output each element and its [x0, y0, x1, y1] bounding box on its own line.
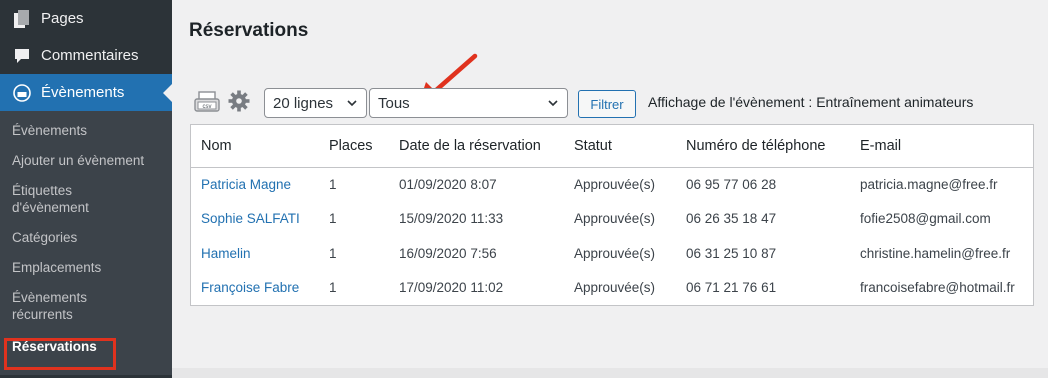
- cell-date: 17/09/2020 11:02: [399, 280, 504, 296]
- cell-status: Approuvée(s): [574, 280, 656, 296]
- reservations-table: Nom Places Date de la réservation Statut…: [190, 124, 1034, 306]
- table-row: Sophie SALFATI 1 15/09/2020 11:33 Approu…: [191, 202, 1033, 237]
- cell-phone: 06 71 21 76 61: [686, 280, 777, 296]
- cell-status: Approuvée(s): [574, 177, 656, 192]
- cell-places: 1: [329, 245, 337, 261]
- pages-icon: [12, 9, 32, 29]
- event-display-info: Affichage de l'évènement : Entraînement …: [648, 94, 974, 110]
- menu-item-label: Commentaires: [41, 47, 139, 64]
- comments-icon: [12, 46, 32, 66]
- column-header-name[interactable]: Nom: [191, 125, 319, 168]
- submenu-item-event-tags[interactable]: Étiquettes d'évènement: [0, 177, 120, 221]
- submenu-item-events[interactable]: Évènements: [0, 117, 172, 144]
- cell-phone: 06 31 25 10 87: [686, 245, 777, 261]
- menu-item-pages[interactable]: Pages: [0, 0, 172, 37]
- event-select[interactable]: Tous: [369, 88, 568, 118]
- submenu-item-locations[interactable]: Emplacements: [0, 254, 172, 281]
- cell-places: 1: [329, 177, 337, 192]
- cell-phone: 06 26 35 18 47: [686, 211, 777, 227]
- main-content: Réservations csv 20 lignes Tous Filtrer …: [172, 0, 1048, 378]
- cell-date: 15/09/2020 11:33: [399, 211, 504, 227]
- table-row: Hamelin 1 16/09/2020 7:56 Approuvée(s) 0…: [191, 236, 1033, 271]
- menu-item-events[interactable]: Évènements: [0, 74, 172, 111]
- events-icon: [12, 83, 32, 103]
- reservations-toolbar: csv 20 lignes Tous Filtrer Affichage de …: [172, 86, 1032, 120]
- filter-button[interactable]: Filtrer: [578, 90, 636, 118]
- column-header-phone[interactable]: Numéro de téléphone: [676, 125, 850, 168]
- cell-email: christine.hamelin@free.fr: [860, 245, 1011, 261]
- menu-item-label: Évènements: [41, 84, 125, 101]
- event-select-value: Tous: [378, 94, 410, 112]
- column-header-status[interactable]: Statut: [564, 125, 676, 168]
- cell-date: 01/09/2020 8:07: [399, 177, 497, 192]
- cell-status: Approuvée(s): [574, 245, 656, 261]
- table-row: Françoise Fabre 1 17/09/2020 11:02 Appro…: [191, 271, 1033, 306]
- svg-text:csv: csv: [203, 104, 212, 110]
- events-submenu: Évènements Ajouter un évènement Étiquett…: [0, 111, 172, 375]
- table-header-row: Nom Places Date de la réservation Statut…: [191, 125, 1033, 168]
- menu-item-comments[interactable]: Commentaires: [0, 37, 172, 74]
- column-header-date[interactable]: Date de la réservation: [389, 125, 564, 168]
- cell-email: patricia.magne@free.fr: [860, 177, 998, 192]
- cell-email: francoisefabre@hotmail.fr: [860, 280, 1015, 296]
- chevron-down-icon: [347, 100, 357, 107]
- menu-item-label: Pages: [41, 10, 84, 27]
- annotation-highlight-box: [4, 338, 116, 370]
- rows-per-page-value: 20 lignes: [273, 94, 334, 112]
- submenu-item-recurring-events[interactable]: Évènements récurrents: [0, 284, 110, 328]
- table-row: Patricia Magne 1 01/09/2020 8:07 Approuv…: [191, 167, 1033, 202]
- cell-places: 1: [329, 211, 337, 227]
- booking-name-link[interactable]: Hamelin: [191, 236, 319, 271]
- submenu-item-add-event[interactable]: Ajouter un évènement: [0, 147, 172, 174]
- admin-sidebar: Pages Commentaires Évènements Évènements…: [0, 0, 172, 378]
- column-header-places[interactable]: Places: [319, 125, 389, 168]
- cell-email: fofie2508@gmail.com: [860, 211, 991, 227]
- cell-places: 1: [329, 280, 337, 296]
- cell-phone: 06 95 77 06 28: [686, 177, 777, 192]
- csv-export-icon[interactable]: csv: [194, 91, 220, 115]
- gear-icon[interactable]: [228, 90, 250, 112]
- booking-name-link[interactable]: Françoise Fabre: [191, 271, 319, 306]
- cell-date: 16/09/2020 7:56: [399, 245, 497, 261]
- column-header-email[interactable]: E-mail: [850, 125, 1033, 168]
- chevron-down-icon: [548, 100, 558, 107]
- submenu-item-categories[interactable]: Catégories: [0, 224, 172, 251]
- booking-name-link[interactable]: Sophie SALFATI: [191, 202, 319, 237]
- rows-per-page-select[interactable]: 20 lignes: [264, 88, 367, 118]
- booking-name-link[interactable]: Patricia Magne: [191, 167, 319, 202]
- cell-status: Approuvée(s): [574, 211, 656, 227]
- footer-strip: [172, 368, 1048, 378]
- page-title: Réservations: [189, 20, 309, 41]
